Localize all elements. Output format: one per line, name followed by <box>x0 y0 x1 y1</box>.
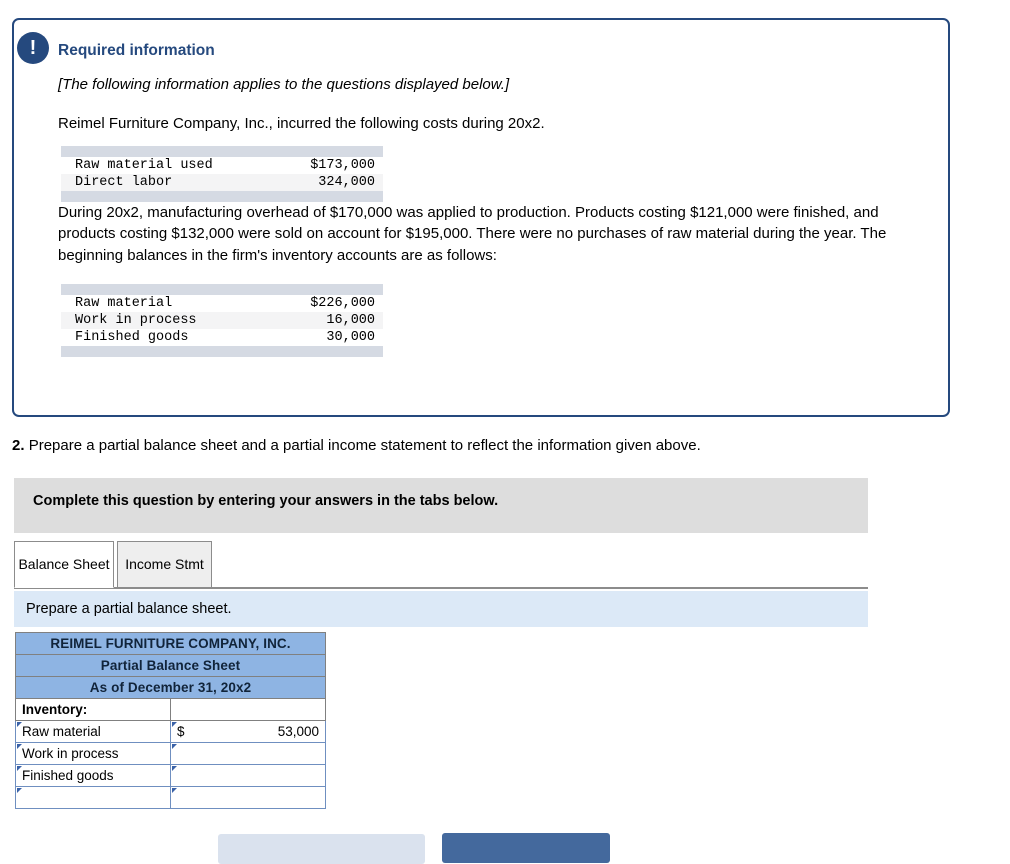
worksheet-title-row: Partial Balance Sheet <box>15 654 326 677</box>
balance-value: 30,000 <box>326 329 375 345</box>
cost-label: Direct labor <box>61 174 275 191</box>
cell-marker-icon <box>17 766 22 771</box>
question-text: Prepare a partial balance sheet and a pa… <box>28 437 701 454</box>
worksheet-statement-name: Partial Balance Sheet <box>15 654 326 677</box>
table-row: Inventory: <box>15 698 326 721</box>
table-band-top <box>61 146 383 157</box>
balance-label: Raw material <box>75 295 173 311</box>
balance-label: Work in process <box>61 311 275 329</box>
worksheet-label-raw-material[interactable]: Raw material <box>15 720 171 743</box>
currency-symbol: $ <box>177 724 185 739</box>
cell-marker-icon <box>172 766 177 771</box>
required-information-panel: ! Required information [The following in… <box>12 18 950 417</box>
cost-value: $173,000 <box>310 158 375 173</box>
table-row: Finished goods 30,000 <box>61 329 383 346</box>
balance-value: 16,000 <box>275 311 383 329</box>
worksheet-value-work-in-process[interactable] <box>170 742 326 765</box>
worksheet-title-row: REIMEL FURNITURE COMPANY, INC. <box>15 632 326 655</box>
table-row[interactable]: Finished goods <box>15 764 326 787</box>
table-row: Raw material used $173,000 <box>61 157 383 174</box>
required-panel-body: Required information [The following info… <box>14 20 948 357</box>
cell-marker-icon <box>172 722 177 727</box>
table-row: Work in process 16,000 <box>61 311 383 329</box>
worksheet-label-finished-goods[interactable]: Finished goods <box>15 764 171 787</box>
table-band-bottom <box>61 191 383 202</box>
inventory-section-label: Inventory: <box>15 698 171 721</box>
worksheet-date: As of December 31, 20x2 <box>15 676 326 699</box>
previous-button[interactable] <box>218 834 425 864</box>
worksheet-company-name: REIMEL FURNITURE COMPANY, INC. <box>15 632 326 655</box>
cell-text: Finished goods <box>22 768 114 783</box>
table-band-bottom <box>61 345 383 357</box>
answer-tabs: Balance Sheet Income Stmt <box>14 541 868 589</box>
cell-marker-icon <box>17 788 22 793</box>
table-row: Raw material $226,000 <box>61 295 383 312</box>
cell-marker-icon <box>172 744 177 749</box>
partial-balance-sheet-worksheet: REIMEL FURNITURE COMPANY, INC. Partial B… <box>15 632 326 809</box>
inventory-section-value <box>170 698 326 721</box>
worksheet-value-finished-goods[interactable] <box>170 764 326 787</box>
beginning-balances-table: Raw material $226,000 Work in process 16… <box>61 283 383 357</box>
cell-marker-icon <box>172 788 177 793</box>
table-row[interactable]: Raw material $ 53,000 <box>15 720 326 743</box>
table-row[interactable] <box>15 786 326 809</box>
question-number: 2. <box>12 437 25 454</box>
worksheet-label-blank[interactable] <box>15 786 171 809</box>
table-row: Direct labor 324,000 <box>61 174 383 191</box>
instruction-text: Prepare a partial balance sheet. <box>26 601 232 617</box>
cell-marker-icon <box>17 744 22 749</box>
complete-question-banner: Complete this question by entering your … <box>14 478 868 533</box>
cell-text: Work in process <box>22 746 119 761</box>
cost-value: 324,000 <box>275 174 383 191</box>
balance-label: Finished goods <box>75 329 189 345</box>
cell-amount: 53,000 <box>277 724 319 739</box>
table-band-top <box>61 283 383 295</box>
table-row[interactable]: Work in process <box>15 742 326 765</box>
cell-text: Raw material <box>22 724 101 739</box>
next-button[interactable] <box>442 833 610 863</box>
cost-label: Raw material used <box>75 158 213 173</box>
worksheet-value-blank[interactable] <box>170 786 326 809</box>
balance-value: $226,000 <box>310 295 375 311</box>
middle-paragraph: During 20x2, manufacturing overhead of $… <box>58 204 887 264</box>
instruction-banner: Prepare a partial balance sheet. <box>14 591 868 627</box>
applies-note: [The following information applies to th… <box>58 76 510 93</box>
required-information-heading: Required information <box>58 42 215 59</box>
complete-question-text: Complete this question by entering your … <box>33 493 499 509</box>
exclamation-icon: ! <box>17 32 49 64</box>
intro-sentence: Reimel Furniture Company, Inc., incurred… <box>58 115 545 132</box>
question-line: 2. Prepare a partial balance sheet and a… <box>12 437 701 454</box>
costs-table: Raw material used $173,000 Direct labor … <box>61 146 383 202</box>
worksheet-label-work-in-process[interactable]: Work in process <box>15 742 171 765</box>
tab-income-stmt[interactable]: Income Stmt <box>117 541 212 588</box>
tab-balance-sheet[interactable]: Balance Sheet <box>14 541 114 588</box>
worksheet-title-row: As of December 31, 20x2 <box>15 676 326 699</box>
worksheet-value-raw-material[interactable]: $ 53,000 <box>170 720 326 743</box>
cell-marker-icon <box>17 722 22 727</box>
